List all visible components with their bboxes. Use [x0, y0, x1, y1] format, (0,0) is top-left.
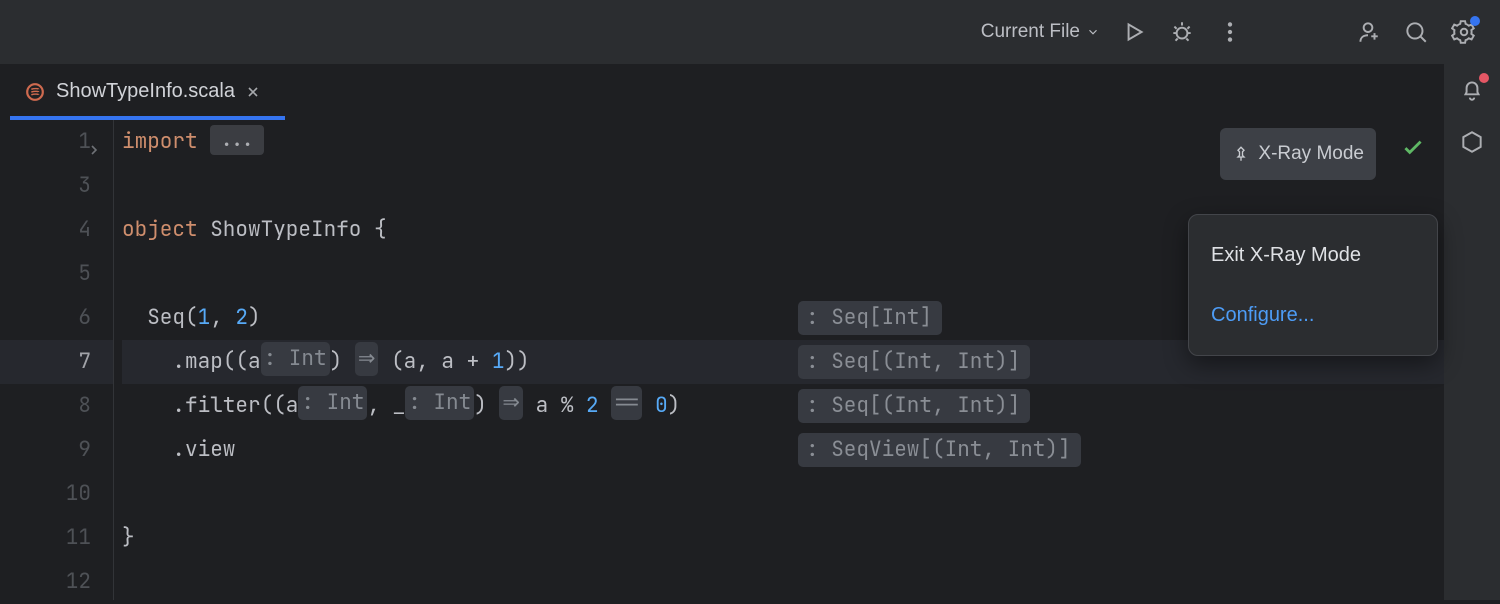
line-number: 5	[0, 252, 91, 296]
chevron-down-icon	[1086, 25, 1100, 39]
debug-button[interactable]	[1158, 8, 1206, 56]
xray-popup: Exit X-Ray Mode Configure...	[1188, 214, 1438, 356]
run-button[interactable]	[1110, 8, 1158, 56]
code-editor[interactable]: 1 3 4 5 6 7 8 9 10 11 12 import ... obje…	[0, 120, 1444, 600]
code-line	[122, 472, 1444, 516]
scala-file-icon	[24, 81, 46, 103]
inspection-status-icon[interactable]	[1400, 132, 1426, 176]
settings-update-dot	[1470, 16, 1480, 26]
line-number-gutter: 1 3 4 5 6 7 8 9 10 11 12	[0, 120, 114, 600]
run-config-selector[interactable]: Current File	[971, 15, 1110, 49]
line-number: 9	[0, 428, 91, 472]
code-line: .view: SeqView[(Int, Int)]	[122, 428, 1444, 472]
fold-toggle-icon[interactable]	[86, 130, 102, 174]
code-line: }	[122, 516, 1444, 560]
folded-region[interactable]: ...	[210, 125, 264, 155]
right-tool-column	[1444, 64, 1500, 600]
checkmark-icon	[1400, 134, 1426, 160]
type-hint: : Seq[Int]	[798, 301, 942, 335]
tab-filename: ShowTypeInfo.scala	[56, 80, 235, 103]
tab-showtypeinfo[interactable]: ShowTypeInfo.scala	[10, 64, 275, 119]
line-number: 6	[0, 296, 91, 340]
line-number: 12	[0, 560, 91, 604]
pin-icon	[1232, 145, 1250, 163]
line-number: 8	[0, 384, 91, 428]
type-hint: : Seq[(Int, Int)]	[798, 345, 1030, 379]
inlay-hint: : Int	[261, 342, 330, 376]
code-line: .filter((a: Int, _: Int) ⇒ a % 2 == 0): …	[122, 384, 1444, 428]
settings-button[interactable]	[1440, 8, 1488, 56]
line-number: 3	[0, 164, 91, 208]
code-area[interactable]: import ... object ShowTypeInfo { Seq(1, …	[114, 120, 1444, 600]
xray-mode-label: X-Ray Mode	[1258, 132, 1364, 176]
inlay-hint: ==	[611, 386, 642, 420]
xray-mode-badge[interactable]: X-Ray Mode	[1220, 128, 1376, 180]
type-hint: : Seq[(Int, Int)]	[798, 389, 1030, 423]
more-actions-button[interactable]	[1206, 8, 1254, 56]
editor-tabstrip: ShowTypeInfo.scala	[0, 64, 1500, 120]
code-line	[122, 560, 1444, 604]
line-number: 4	[0, 208, 91, 252]
line-number: 10	[0, 472, 91, 516]
exit-xray-item[interactable]: Exit X-Ray Mode	[1189, 225, 1437, 285]
line-number: 1	[0, 120, 91, 164]
main-toolbar: Current File	[0, 0, 1500, 64]
run-config-label: Current File	[981, 21, 1080, 43]
configure-xray-item[interactable]: Configure...	[1189, 285, 1437, 345]
inlay-hint: : Int	[405, 386, 474, 420]
inlay-hint: : Int	[298, 386, 367, 420]
notification-dot	[1479, 73, 1489, 83]
code-with-me-button[interactable]	[1344, 8, 1392, 56]
inlay-hint: ⇒	[355, 342, 379, 376]
line-number: 7	[0, 340, 113, 384]
line-number: 11	[0, 516, 91, 560]
inlay-hint: ⇒	[499, 386, 523, 420]
close-icon[interactable]	[245, 84, 261, 100]
type-hint: : SeqView[(Int, Int)]	[798, 433, 1081, 467]
search-everywhere-button[interactable]	[1392, 8, 1440, 56]
hexagon-tool-icon[interactable]	[1456, 126, 1488, 158]
notifications-button[interactable]	[1456, 74, 1488, 106]
